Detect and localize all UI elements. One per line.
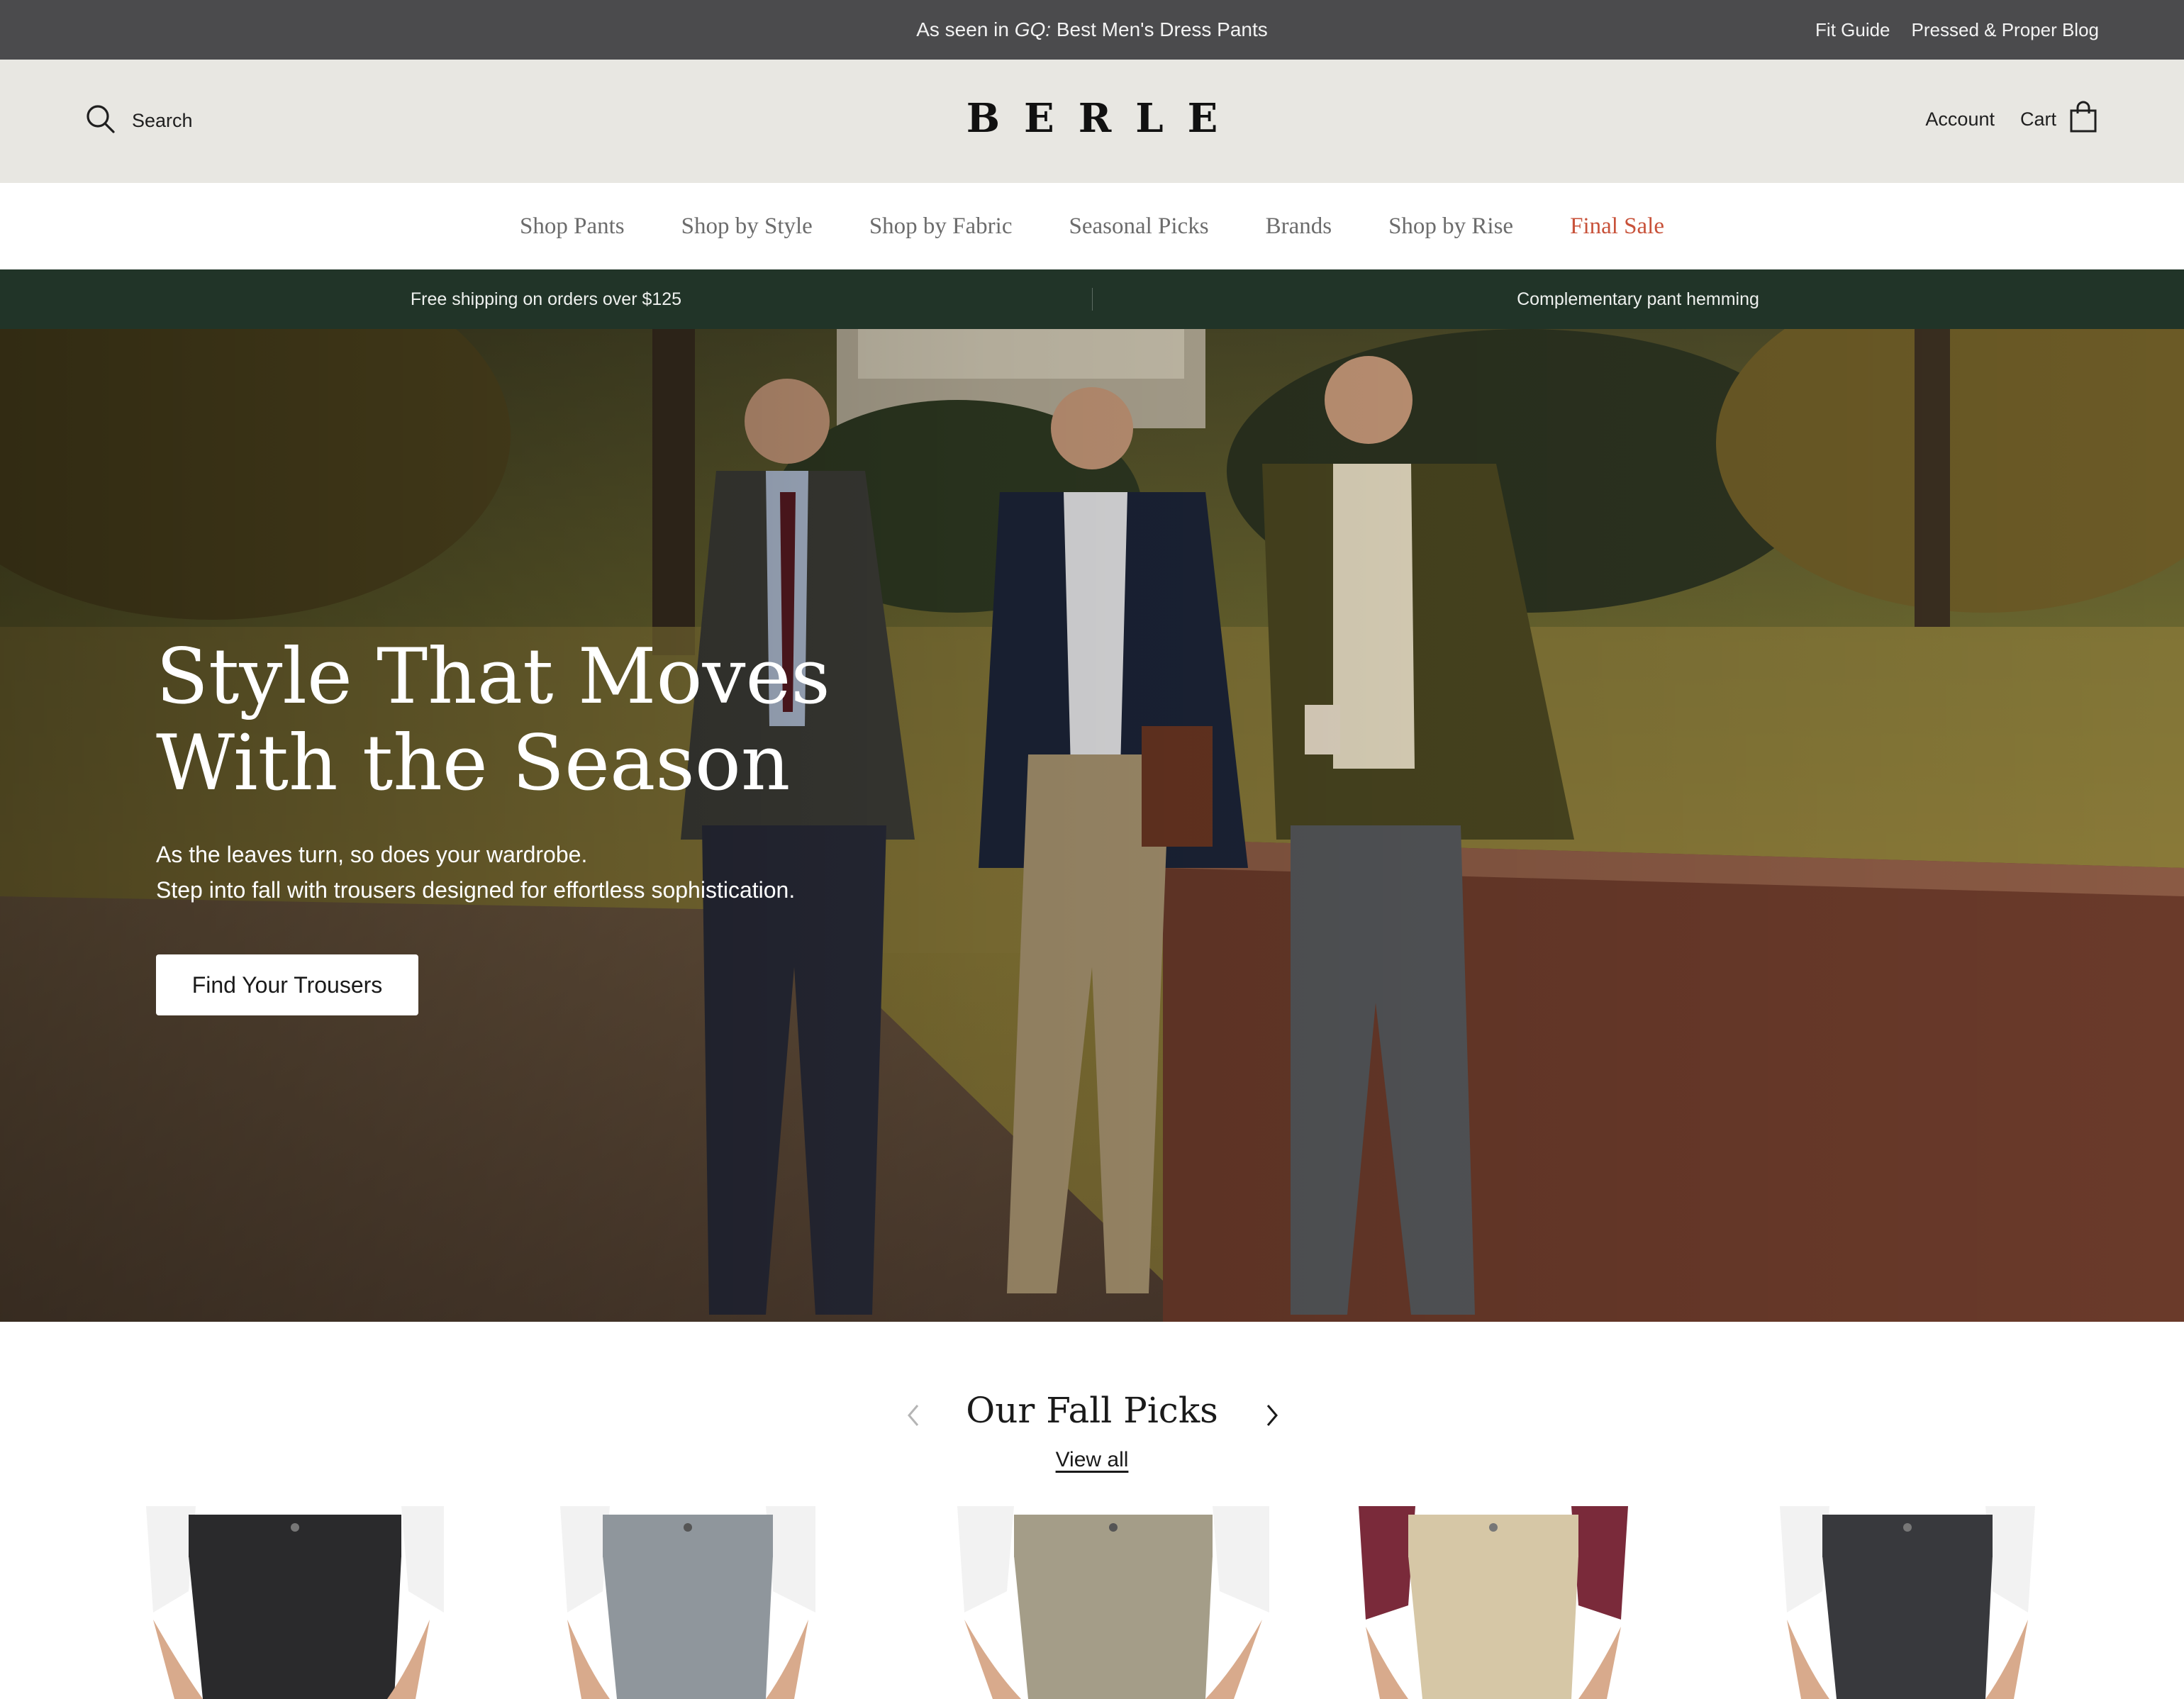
chevron-right-icon	[1266, 1405, 1278, 1426]
carousel-next-button[interactable]	[1261, 1401, 1282, 1433]
hero-subtext-line-1: As the leaves turn, so does your wardrob…	[156, 842, 588, 867]
fall-picks-title: Our Fall Picks	[966, 1390, 1218, 1431]
product-image	[1359, 1506, 1628, 1699]
promo-hemming: Complementary pant hemming	[1517, 289, 1759, 309]
product-card[interactable]	[1359, 1506, 1628, 1699]
hero-headline: Style That Moves With the Season	[156, 634, 936, 807]
nav-seasonal-picks[interactable]: Seasonal Picks	[1069, 213, 1208, 240]
find-your-trousers-button[interactable]: Find Your Trousers	[156, 954, 418, 1015]
announcement-prefix: As seen in	[916, 18, 1015, 40]
main-nav: Shop Pants Shop by Style Shop by Fabric …	[0, 183, 2184, 269]
product-image	[546, 1506, 830, 1699]
header-actions: Account Cart	[1925, 101, 2097, 138]
nav-shop-by-style[interactable]: Shop by Style	[681, 213, 813, 240]
product-card[interactable]	[139, 1506, 451, 1699]
nav-shop-pants[interactable]: Shop Pants	[520, 213, 625, 240]
product-image	[139, 1506, 451, 1699]
blog-link[interactable]: Pressed & Proper Blog	[1912, 0, 2099, 60]
fall-picks-header: Our Fall Picks	[0, 1390, 2184, 1447]
shopping-bag-icon	[2069, 101, 2097, 138]
nav-shop-by-rise[interactable]: Shop by Rise	[1388, 213, 1513, 240]
hero-headline-line-1: Style That Moves	[156, 633, 830, 721]
announcement-suffix: Best Men's Dress Pants	[1051, 18, 1268, 40]
utility-links: Fit Guide Pressed & Proper Blog	[1815, 0, 2099, 60]
account-link[interactable]: Account	[1925, 108, 1995, 130]
site-header: Search BERLE Account Cart	[0, 60, 2184, 183]
announcement-bar: As seen in GQ: Best Men's Dress Pants Fi…	[0, 0, 2184, 60]
promo-strip: Free shipping on orders over $125 Comple…	[0, 269, 2184, 329]
product-image	[1780, 1506, 2035, 1699]
announcement-publication: GQ:	[1014, 18, 1052, 40]
hero-image	[0, 329, 2184, 1322]
site-logo[interactable]: BERLE	[0, 95, 2184, 142]
hero-headline-line-2: With the Season	[156, 719, 791, 808]
hero-banner: Style That Moves With the Season As the …	[0, 329, 2184, 1322]
cart-button[interactable]: Cart	[2020, 101, 2097, 138]
view-all-link[interactable]: View all	[0, 1448, 2184, 1472]
product-card[interactable]	[546, 1506, 830, 1699]
fit-guide-link[interactable]: Fit Guide	[1815, 0, 1890, 60]
product-card[interactable]	[950, 1506, 1276, 1699]
product-image	[950, 1506, 1276, 1699]
cart-label: Cart	[2019, 108, 2056, 130]
hero-subtext-line-2: Step into fall with trousers designed fo…	[156, 877, 796, 903]
promo-free-shipping: Free shipping on orders over $125	[410, 289, 682, 309]
nav-shop-by-fabric[interactable]: Shop by Fabric	[869, 213, 1013, 240]
nav-brands[interactable]: Brands	[1266, 213, 1332, 240]
hero-subtext: As the leaves turn, so does your wardrob…	[156, 837, 1007, 908]
product-card[interactable]	[1780, 1506, 2035, 1699]
nav-final-sale[interactable]: Final Sale	[1570, 213, 1664, 240]
